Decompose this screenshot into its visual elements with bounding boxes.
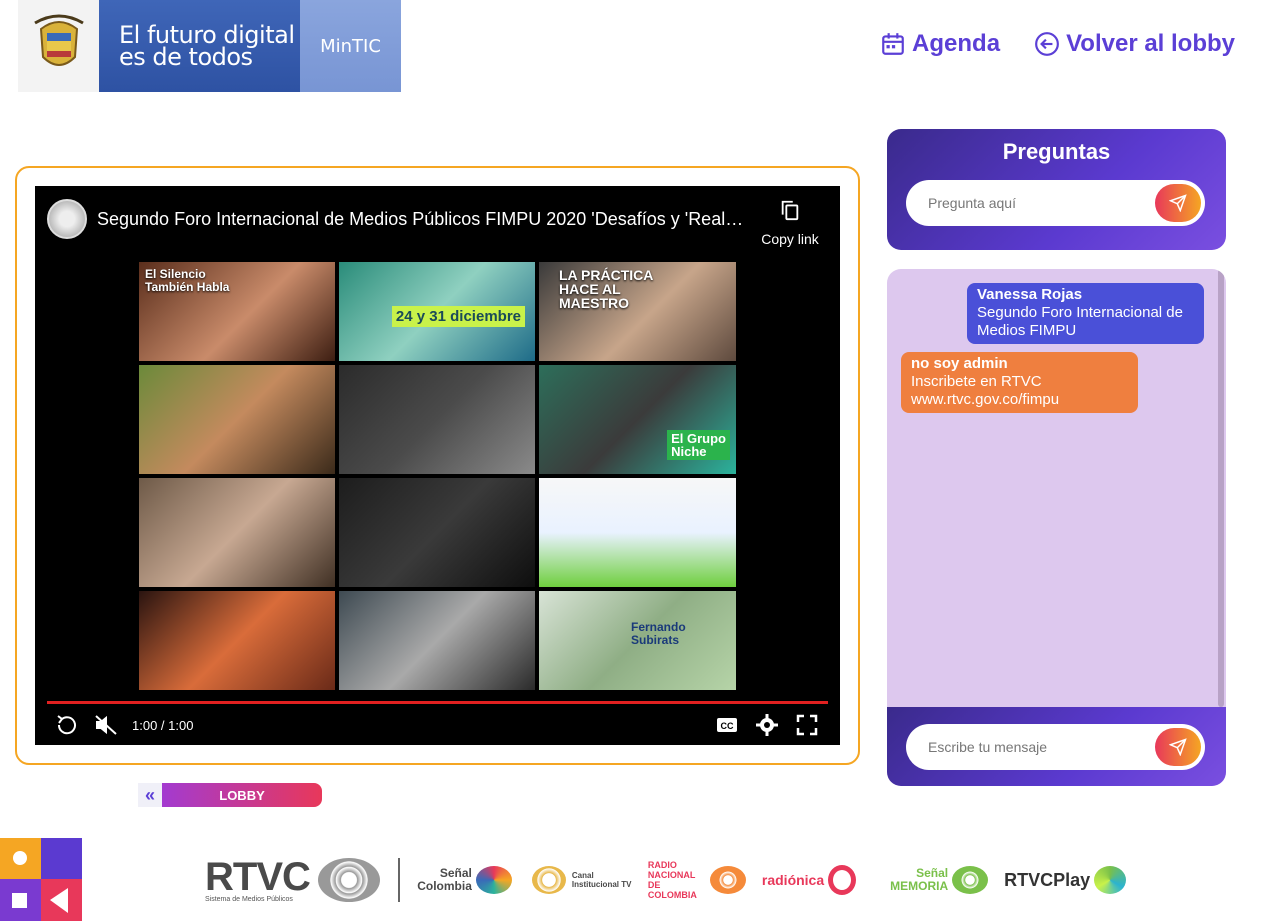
video-thumbnail: [339, 365, 535, 474]
thumbnail-caption: 24 y 31 diciembre: [391, 306, 525, 327]
chat-input-wrapper: [906, 724, 1205, 770]
swirl-icon: [952, 866, 989, 894]
rtvc-swirl-icon: [317, 858, 380, 902]
video-controls: 1:00 / 1:00 CC: [35, 707, 840, 743]
chat-message: Vanessa Rojas Segundo Foro Internacional…: [967, 283, 1204, 344]
radio-nacional-logo: RADIO NACIONAL DE COLOMBIA: [648, 860, 746, 900]
chat-message: no soy admin Inscribete en RTVC www.rtvc…: [901, 352, 1138, 413]
copy-link-label: Copy link: [761, 231, 819, 247]
video-thumbnail: [139, 478, 335, 587]
send-question-button[interactable]: [1155, 184, 1201, 222]
send-message-button[interactable]: [1155, 728, 1201, 766]
swirl-icon: [531, 866, 566, 894]
rtvc-play-logo: RTVCPlay: [1004, 866, 1127, 894]
back-to-lobby-link[interactable]: Volver al lobby: [1034, 30, 1235, 58]
logo-divider: [397, 858, 400, 902]
senal-colombia-text: Señal Colombia: [417, 866, 472, 893]
colombia-crest-logo: [18, 0, 99, 92]
radionica-circle-icon: [828, 865, 857, 895]
senal-memoria-logo: Señal MEMORIA: [872, 866, 989, 894]
calendar-icon: [882, 33, 904, 55]
video-title[interactable]: Segundo Foro Internacional de Medios Púb…: [97, 209, 747, 230]
footer-logos: RTVC Sistema de Medios Públicos Señal Co…: [205, 856, 1142, 904]
replay-icon[interactable]: [53, 711, 81, 739]
svg-text:CC: CC: [721, 721, 734, 731]
video-player[interactable]: Segundo Foro Internacional de Medios Púb…: [35, 186, 840, 745]
copy-link-button[interactable]: Copy link: [760, 198, 820, 247]
channel-avatar[interactable]: [47, 199, 87, 239]
radio-nacional-text: RADIO NACIONAL DE COLOMBIA: [647, 860, 697, 900]
thumbnail-caption: Fernando Subirats: [631, 620, 686, 647]
video-frame: Segundo Foro Internacional de Medios Púb…: [15, 166, 860, 765]
back-to-lobby-label: Volver al lobby: [1066, 30, 1235, 57]
questions-title: Preguntas: [1002, 139, 1111, 164]
swirl-icon: [709, 866, 746, 894]
corner-brand-logo: [0, 838, 82, 921]
send-icon: [1169, 738, 1187, 756]
video-time-display: 1:00 / 1:00: [132, 718, 194, 733]
chat-panel: Vanessa Rojas Segundo Foro Internacional…: [887, 269, 1226, 786]
rtvc-logo-subtitle: Sistema de Medios Públicos: [205, 895, 293, 903]
chat-scrollbar[interactable]: [1218, 269, 1224, 707]
senal-memoria-text: Señal MEMORIA: [890, 866, 949, 893]
play-swirl-icon: [1094, 866, 1127, 894]
video-thumbnail: El Grupo Niche: [539, 365, 736, 474]
question-input-wrapper: [906, 180, 1205, 226]
chat-message-author: no soy admin: [911, 355, 1008, 372]
question-input[interactable]: [928, 192, 1148, 214]
rtvc-logo-text: RTVC: [205, 854, 311, 899]
chat-message-text: Inscribete en RTVC www.rtvc.gov.co/fimpu: [911, 373, 1060, 408]
swirl-icon: [475, 866, 512, 894]
mintic-banner: El futuro digital es de todos MinTIC: [18, 0, 401, 92]
double-chevron-left-icon: «: [138, 783, 162, 807]
video-thumbnail: LA PRÁCTICA HACE AL MAESTRO: [539, 262, 736, 361]
video-thumbnail: [339, 478, 535, 587]
canal-institucional-logo: Canal Institucional TV: [528, 866, 632, 894]
top-navigation: Agenda Volver al lobby: [880, 30, 1235, 58]
slogan-line-2: es de todos: [119, 43, 253, 71]
chat-message-author: Vanessa Rojas: [977, 286, 1083, 303]
questions-panel: Preguntas: [887, 129, 1226, 250]
senal-colombia-logo: Señal Colombia: [416, 866, 512, 894]
video-thumbnail: [339, 591, 535, 690]
chat-message-input[interactable]: [928, 736, 1148, 758]
radionica-logo: radiónica: [761, 865, 857, 895]
video-thumbnail: Fernando Subirats: [539, 591, 736, 690]
thumbnail-caption: LA PRÁCTICA HACE AL MAESTRO: [559, 267, 654, 311]
thumbnail-caption: El Grupo Niche: [667, 430, 730, 460]
arrow-circle-left-icon: [1035, 32, 1059, 56]
video-thumbnail: [539, 478, 736, 587]
thumbnail-caption: El Silencio También Habla: [145, 267, 230, 294]
settings-gear-icon[interactable]: [753, 711, 781, 739]
lobby-button[interactable]: « LOBBY: [138, 783, 322, 807]
fullscreen-icon[interactable]: [793, 711, 821, 739]
chat-message-text: Segundo Foro Internacional de Medios FIM…: [977, 304, 1183, 339]
copy-icon: [781, 200, 799, 221]
video-progress-bar[interactable]: [47, 701, 828, 704]
rtvc-play-text: RTVCPlay: [1004, 869, 1091, 890]
agenda-label: Agenda: [912, 30, 1001, 57]
video-thumbnail-grid: El Silencio También Habla 24 y 31 diciem…: [139, 262, 736, 691]
captions-icon[interactable]: CC: [713, 711, 741, 739]
muted-volume-icon[interactable]: [92, 711, 120, 739]
chat-input-bar: [887, 707, 1226, 786]
video-thumbnail: [139, 591, 335, 690]
canal-institucional-text: Canal Institucional TV: [571, 871, 632, 889]
lobby-button-label: LOBBY: [162, 783, 322, 807]
video-thumbnail: [139, 365, 335, 474]
rtvc-logo: RTVC Sistema de Medios Públicos: [205, 854, 311, 903]
send-icon: [1169, 194, 1187, 212]
video-thumbnail: 24 y 31 diciembre: [339, 262, 535, 361]
agenda-link[interactable]: Agenda: [880, 30, 1000, 58]
banner-slogan: El futuro digital es de todos: [99, 0, 300, 92]
video-thumbnail: El Silencio También Habla: [139, 262, 335, 361]
ministry-label: MinTIC: [300, 0, 401, 92]
radionica-text: radiónica: [761, 872, 825, 888]
